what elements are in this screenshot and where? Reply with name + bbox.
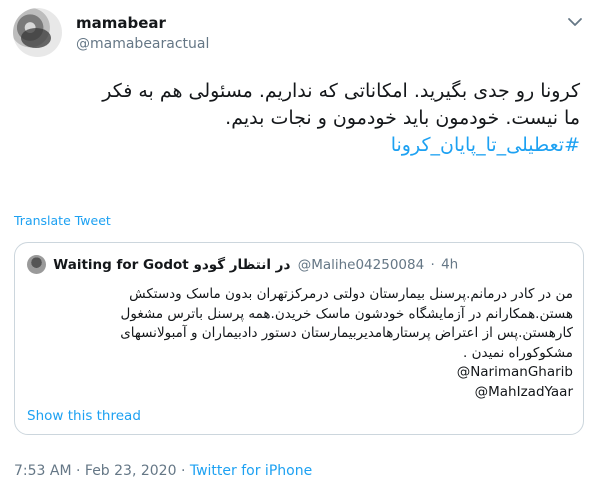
show-thread-link[interactable]: Show this thread (27, 408, 141, 424)
quoted-tweet-time: 4h (441, 256, 459, 273)
translate-tweet-link[interactable]: Translate Tweet (14, 213, 111, 228)
tweet-metadata: 7:53 AM · Feb 23, 2020 · Twitter for iPh… (14, 463, 312, 479)
author-display-name[interactable]: mamabear (76, 14, 166, 32)
mention-link[interactable]: @MahIzadYaar (27, 383, 573, 403)
tweet-date[interactable]: Feb 23, 2020 (85, 463, 177, 479)
quoted-text-line: من در کادر درمانم.پرسنل بیمارستان دولتی … (129, 286, 573, 302)
chevron-down-icon[interactable] (565, 12, 585, 32)
author-handle[interactable]: @mamabearactual (76, 36, 209, 52)
separator-dot: · (180, 463, 186, 479)
quoted-author-handle: @Malihe04250084 (297, 256, 425, 273)
tweet-text-line: کرونا رو جدی بگیرید. امکاناتی که نداریم.… (102, 80, 580, 102)
quoted-text-line: مشکوکوراه نمیدن . (463, 344, 573, 361)
separator-dot: · (76, 463, 81, 479)
tweet-time[interactable]: 7:53 AM (14, 463, 72, 479)
tweet-source-link[interactable]: Twitter for iPhone (190, 463, 312, 479)
quoted-tweet-header: Waiting for Godot در انتظار گودو @Malihe… (27, 255, 577, 275)
quoted-text-line: هستن.همکارانم در آزمایشگاه خودشون ماسک خ… (120, 305, 573, 322)
hashtag-link[interactable]: #تعطیلی_تا_پایان_کرونا (15, 132, 580, 159)
tweet-text: کرونا رو جدی بگیرید. امکاناتی که نداریم.… (15, 78, 580, 159)
separator-dot: · (430, 256, 435, 273)
quoted-tweet-text: من در کادر درمانم.پرسنل بیمارستان دولتی … (27, 285, 573, 402)
quoted-text-line: کارهستن.پس از اعتراض پرستارهامدیربیمارست… (120, 325, 573, 341)
quoted-tweet[interactable]: Waiting for Godot در انتظار گودو @Malihe… (14, 242, 584, 435)
quoted-author-avatar (27, 255, 46, 274)
author-avatar[interactable] (13, 8, 62, 57)
tweet-text-line: ما نیست. خودمون باید خودمون و نجات بدیم. (225, 107, 580, 129)
quoted-author-name: Waiting for Godot در انتظار گودو (53, 256, 291, 273)
mention-link[interactable]: @NarimanGharib (27, 363, 573, 383)
